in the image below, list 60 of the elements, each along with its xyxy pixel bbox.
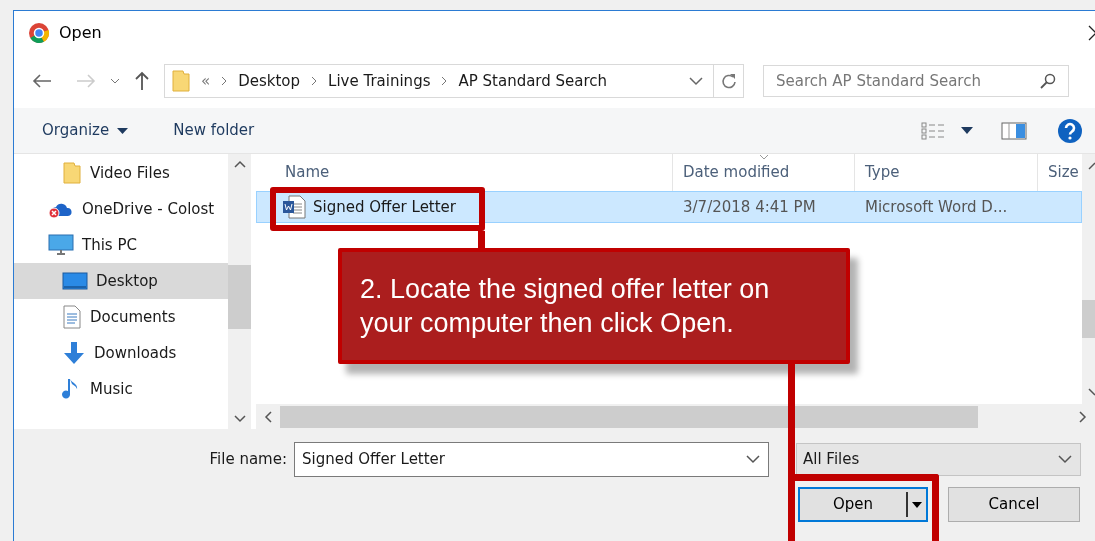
horizontal-scrollbar[interactable] xyxy=(256,404,1095,429)
up-arrow-icon[interactable] xyxy=(134,71,150,91)
column-header[interactable]: Name xyxy=(256,154,672,191)
breadcrumb[interactable]: AP Standard Search xyxy=(458,69,608,93)
chevron-right-icon xyxy=(310,76,319,86)
file-row[interactable]: Signed Offer Letter 3/7/2018 4:41 PM Microsoft Word D... xyxy=(256,191,1082,223)
file-type-dropdown[interactable]: All Files xyxy=(796,443,1081,476)
sort-caret-icon xyxy=(758,154,769,160)
scrollbar-thumb[interactable] xyxy=(228,265,251,329)
breadcrumb[interactable]: Desktop xyxy=(238,69,301,93)
open-button[interactable]: Open xyxy=(798,487,928,522)
back-arrow-icon[interactable] xyxy=(32,73,52,89)
scroll-right-icon[interactable] xyxy=(1079,410,1087,423)
sidebar-item[interactable]: This PC xyxy=(14,227,228,263)
table-cell-text: 3/7/2018 4:41 PM xyxy=(683,196,816,218)
monitor-icon xyxy=(48,234,74,256)
sidebar-item[interactable]: Video Files xyxy=(14,155,228,191)
folder-icon xyxy=(171,70,191,92)
address-bar[interactable]: « Desktop Live Trainings AP Standard Search xyxy=(164,64,744,98)
chevron-right-icon xyxy=(440,76,449,86)
browser-logo-icon xyxy=(28,22,50,44)
desktop-icon xyxy=(62,271,88,291)
folder-icon xyxy=(62,162,82,184)
dropdown-chevron-icon xyxy=(1058,455,1072,464)
vertical-scrollbar[interactable] xyxy=(1082,154,1095,404)
new-folder-button[interactable]: New folder xyxy=(173,119,255,142)
document-icon xyxy=(62,305,82,329)
overflow-chevrons[interactable]: « xyxy=(201,69,211,93)
search-icon[interactable] xyxy=(1040,73,1056,89)
recent-caret-icon[interactable] xyxy=(110,78,120,84)
table-cell-text: Signed Offer Letter xyxy=(313,196,457,218)
sidebar-item[interactable]: Desktop xyxy=(14,263,228,299)
breadcrumb[interactable]: Live Trainings xyxy=(328,69,431,93)
dropdown-caret-icon xyxy=(912,501,922,508)
organize-menu[interactable]: Organize xyxy=(42,119,129,142)
download-arrow-icon xyxy=(62,341,86,365)
help-icon[interactable] xyxy=(1057,117,1083,144)
dropdown-caret-icon xyxy=(117,127,129,134)
dropdown-chevron-icon[interactable] xyxy=(746,455,760,464)
cancel-button[interactable]: Cancel xyxy=(948,487,1080,522)
dropdown-caret-icon[interactable] xyxy=(961,127,973,134)
sidebar-item[interactable]: OneDrive - Colost xyxy=(14,191,228,227)
chevron-right-icon xyxy=(220,76,229,86)
vertical-scrollbar[interactable] xyxy=(228,154,251,429)
word-document-icon xyxy=(281,195,307,219)
preview-pane-icon[interactable] xyxy=(1001,121,1027,140)
table-cell-text: Microsoft Word D... xyxy=(865,196,1008,218)
sidebar-item[interactable]: Music xyxy=(14,371,228,407)
search-field[interactable]: Search AP Standard Search xyxy=(763,65,1069,97)
sidebar-item[interactable]: Downloads xyxy=(14,335,228,371)
scroll-left-icon[interactable] xyxy=(264,410,272,423)
scrollbar-thumb[interactable] xyxy=(1082,300,1095,338)
refresh-icon[interactable] xyxy=(720,73,737,89)
callout-text: 2. Locate the signed offer letter on your computer then click Open. xyxy=(360,273,771,340)
dropdown-chevron-icon[interactable] xyxy=(689,76,703,86)
sidebar-item[interactable]: Documents xyxy=(14,299,228,335)
file-name-label: File name: xyxy=(208,449,288,471)
window-title: Open xyxy=(59,22,102,44)
scrollbar-thumb[interactable] xyxy=(280,405,978,428)
file-name-field[interactable]: Signed Offer Letter xyxy=(294,442,769,477)
